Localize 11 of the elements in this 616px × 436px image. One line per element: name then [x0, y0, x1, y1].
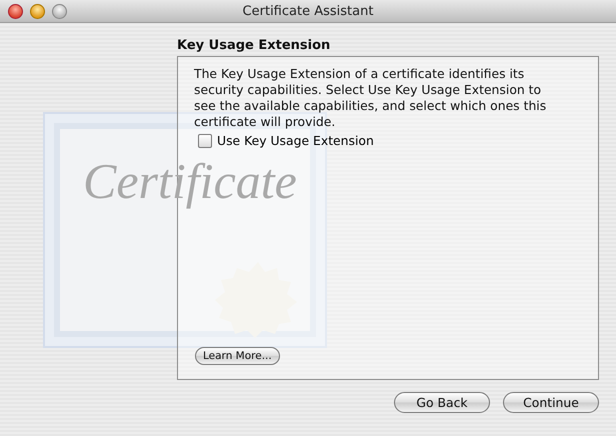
learn-more-button[interactable]: Learn More...	[195, 347, 280, 365]
section-heading: Key Usage Extension	[177, 38, 332, 53]
zoom-button[interactable]	[52, 4, 67, 18]
checkbox-label: Use Key Usage Extension	[217, 133, 374, 148]
minimize-button[interactable]	[30, 4, 45, 18]
close-button[interactable]	[8, 4, 23, 18]
description-text: The Key Usage Extension of a certificate identifies its security capabilities. Select Use Key Usage Extension to see the available capabilities, and select which ones this certificate will provide.	[194, 66, 548, 130]
window-title: Certificate Assistant	[242, 4, 374, 18]
continue-button[interactable]: Continue	[503, 392, 599, 413]
checkbox[interactable]	[198, 134, 212, 148]
go-back-button[interactable]: Go Back	[394, 392, 490, 413]
